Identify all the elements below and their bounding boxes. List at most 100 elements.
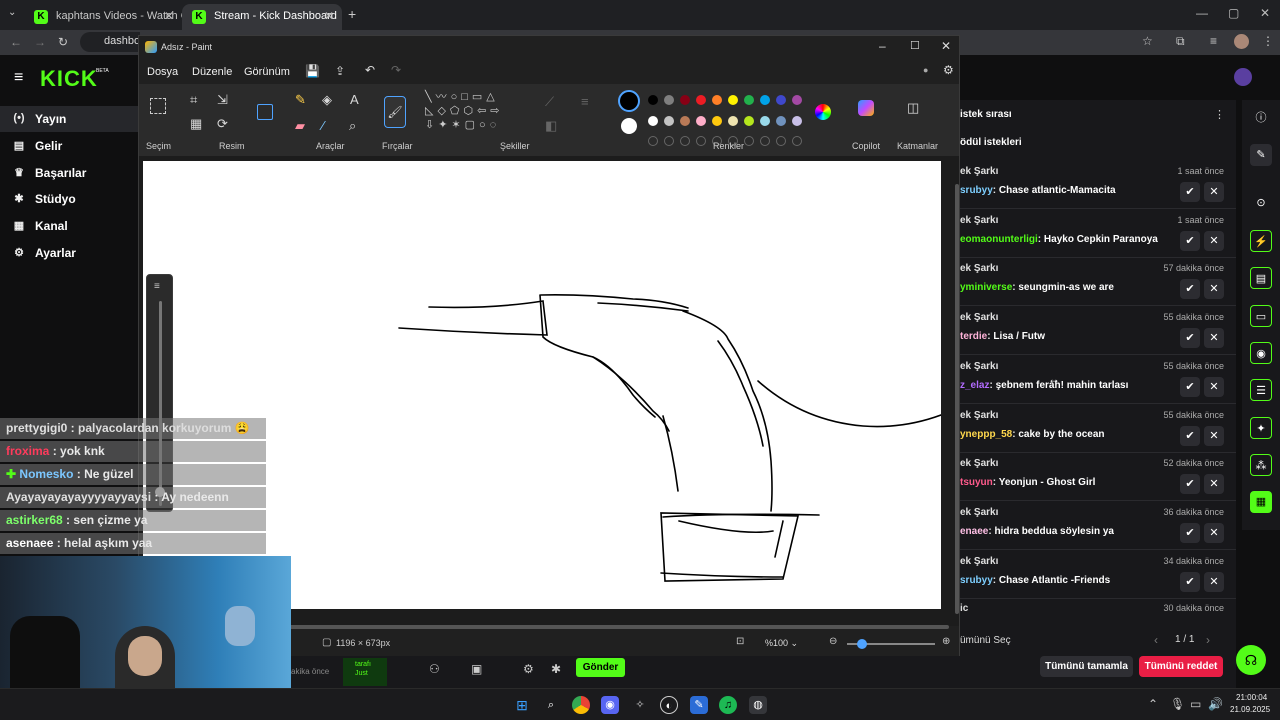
color-swatch[interactable] (728, 95, 738, 105)
menu-dosya[interactable]: Dosya (147, 66, 178, 78)
approve-button[interactable]: ✔ (1180, 328, 1200, 349)
reload-icon[interactable]: ↻ (58, 35, 68, 49)
brush-icon[interactable]: 🖌 (384, 96, 406, 128)
color-picker-icon[interactable]: ⁄ (322, 118, 324, 133)
broadcast-signal-icon[interactable]: ◉ (1250, 342, 1272, 364)
maximize-icon[interactable]: ☐ (910, 39, 920, 52)
forward-icon[interactable]: → (34, 35, 46, 49)
custom-color-slot[interactable] (648, 136, 658, 146)
new-tab-icon[interactable]: + (348, 6, 356, 22)
shape-size-icon[interactable]: ≡ (581, 94, 589, 109)
zoom-slider[interactable] (847, 639, 935, 649)
chrome-icon[interactable] (572, 696, 590, 714)
outline-icon[interactable]: ⟋ (545, 94, 554, 110)
color-swatch[interactable] (648, 95, 658, 105)
edit-colors-icon[interactable] (815, 104, 831, 120)
send-button[interactable]: Gönder (576, 658, 625, 677)
wrench-icon[interactable]: ✦ (1250, 417, 1272, 439)
color-swatch[interactable] (744, 116, 754, 126)
zoom-out-icon[interactable]: ⊖ (829, 636, 837, 647)
restore-browser-icon[interactable]: ▢ (1228, 6, 1239, 20)
color-swatch[interactable] (792, 116, 802, 126)
menu-duzenle[interactable]: Düzenle (192, 66, 232, 78)
chat-settings-icon[interactable]: ⚙ (523, 662, 534, 676)
tab-menu-icon[interactable]: ⌄ (8, 7, 16, 18)
custom-color-slot[interactable] (664, 136, 674, 146)
approve-button[interactable]: ✔ (1180, 376, 1200, 397)
browser-menu-icon[interactable]: ⋮ (1262, 34, 1274, 48)
zoom-in-icon[interactable]: ⊕ (942, 636, 950, 647)
approve-button[interactable]: ✔ (1180, 182, 1200, 202)
profile-avatar[interactable] (1234, 34, 1249, 49)
reject-all-button[interactable]: Tümünü reddet (1139, 656, 1223, 677)
kick-logo[interactable]: KICK (40, 66, 98, 92)
paint-taskbar-icon[interactable]: ✎ (690, 696, 708, 714)
color-swatch[interactable] (696, 116, 706, 126)
prev-page-icon[interactable]: ‹ (1154, 633, 1158, 647)
document-icon[interactable]: ▤ (1250, 267, 1272, 289)
custom-color-slot[interactable] (792, 136, 802, 146)
color-swatch[interactable] (776, 116, 786, 126)
edit-icon[interactable]: ✎ (1250, 144, 1272, 166)
copilot-icon[interactable] (858, 100, 874, 116)
active-app-icon[interactable]: ◍ (749, 696, 767, 714)
volume-icon[interactable]: 🔊 (1208, 697, 1223, 711)
info-icon[interactable]: ⓘ (1250, 107, 1272, 129)
color-swatch[interactable] (792, 95, 802, 105)
nav-item-basarilar[interactable]: ♛ Başarılar (0, 160, 140, 186)
color-swatch[interactable] (696, 95, 706, 105)
reject-button[interactable]: ✕ (1204, 182, 1224, 202)
panel-menu-icon[interactable]: ⋮ (1214, 108, 1225, 121)
fill-icon[interactable]: ◈ (322, 92, 332, 108)
right-top-avatar[interactable] (1234, 68, 1252, 86)
color-swatch[interactable] (728, 116, 738, 126)
tab-kaphtans-videos[interactable]: K kaphtans Videos - Watch On-D ✕ (24, 4, 182, 30)
obs-icon[interactable]: ◐ (660, 696, 678, 714)
approve-button[interactable]: ✔ (1180, 522, 1200, 543)
approve-button[interactable]: ✔ (1180, 279, 1200, 300)
paint-settings-icon[interactable]: ⚙ (943, 63, 954, 77)
reject-button[interactable]: ✕ (1204, 279, 1224, 300)
reject-button[interactable]: ✕ (1204, 522, 1224, 543)
app-icon[interactable]: ✧ (631, 696, 649, 714)
eraser-icon[interactable]: ▰ (295, 118, 305, 134)
bookmark-star-icon[interactable]: ☆ (1142, 34, 1153, 48)
save-icon[interactable]: 💾 (305, 64, 320, 78)
reject-button[interactable]: ✕ (1204, 474, 1224, 495)
vertical-scrollbar[interactable] (955, 184, 959, 614)
emote-icon[interactable]: ⚇ (429, 662, 440, 676)
color-swatch[interactable] (760, 116, 770, 126)
share-icon[interactable]: ⇪ (335, 64, 345, 78)
color-swatch[interactable] (760, 95, 770, 105)
help-fab-icon[interactable]: ☊ (1236, 645, 1266, 675)
select-tool-icon[interactable] (150, 98, 166, 114)
reject-button[interactable]: ✕ (1204, 571, 1224, 592)
resize-icon[interactable]: ⇲ (217, 92, 228, 108)
next-page-icon[interactable]: › (1206, 633, 1210, 647)
close-tab-icon[interactable]: ✕ (164, 9, 174, 23)
color-swatch[interactable] (680, 116, 690, 126)
fill-shape-icon[interactable]: ◧ (545, 118, 557, 134)
close-icon[interactable]: ✕ (941, 39, 951, 53)
reject-button[interactable]: ✕ (1204, 425, 1224, 446)
approve-button[interactable]: ✔ (1180, 571, 1200, 592)
fit-to-window-icon[interactable]: ⊡ (736, 636, 744, 647)
tab-stream-dashboard[interactable]: K Stream - Kick Dashboard ✕ (182, 4, 342, 30)
reject-button[interactable]: ✕ (1204, 230, 1224, 251)
approve-button[interactable]: ✔ (1180, 230, 1200, 251)
custom-color-slot[interactable] (776, 136, 786, 146)
color-swatch[interactable] (712, 95, 722, 105)
close-tab-icon[interactable]: ✕ (324, 9, 334, 23)
nav-item-gelir[interactable]: ▤ Gelir (0, 133, 140, 159)
color-swatch[interactable] (712, 116, 722, 126)
bolt-icon[interactable]: ⚡ (1250, 230, 1272, 252)
reject-button[interactable]: ✕ (1204, 328, 1224, 349)
tray-chevron-icon[interactable]: ⌃ (1148, 697, 1158, 711)
url-field[interactable]: dashboa (80, 32, 146, 52)
back-icon[interactable]: ← (10, 35, 22, 49)
mic-icon[interactable]: 🎙 (1170, 697, 1185, 711)
nav-item-studyo[interactable]: ✱ Stüdyo (0, 186, 140, 212)
approve-button[interactable]: ✔ (1180, 425, 1200, 446)
zoom-slider-thumb[interactable] (857, 639, 867, 649)
complete-all-button[interactable]: Tümünü tamamla (1040, 656, 1133, 677)
